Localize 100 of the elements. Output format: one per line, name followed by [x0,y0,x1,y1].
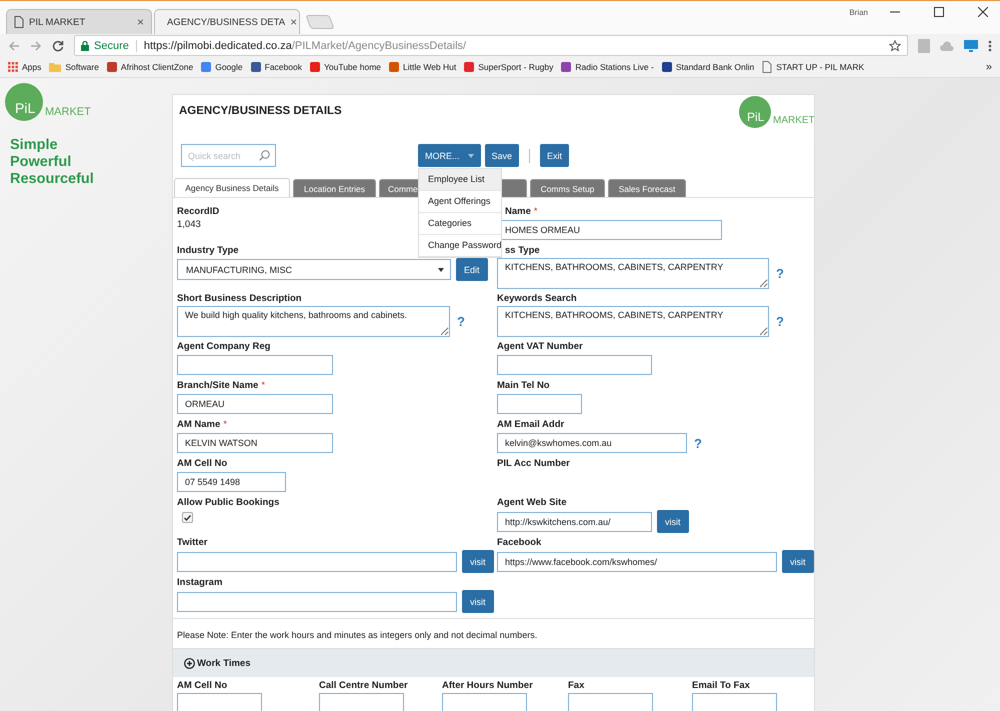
field-label: AM Email Addr [497,419,564,430]
bookmark[interactable]: YouTube home [310,62,382,72]
tagline-text: Powerful [10,154,72,171]
section-header[interactable]: Work Times [173,648,814,677]
page-title: AGENCY/BUSINESS DETAILS [179,105,342,119]
help-link[interactable]: ? [776,266,784,281]
logo-circle [5,83,43,121]
input-field[interactable] [692,693,777,711]
maximize-icon[interactable] [934,7,944,17]
field-label: Name [505,206,531,217]
bookmark[interactable]: START UP - PIL MARK [762,61,864,73]
bookmark[interactable]: Apps [8,62,42,72]
menu-item[interactable]: Agent Offerings [419,191,501,213]
text-area[interactable]: KITCHENS, BATHROOMS, CABINETS, CARPENTRY [497,258,769,289]
input-field[interactable]: https://www.facebook.com/kswhomes/ [497,552,777,572]
url-text: https://pilmobi.dedicated.co.za/PILMarket/AgencyBusinessDetails/ [144,40,466,52]
field-label: AM Cell No [177,680,228,692]
bookmark[interactable]: Afrihost ClientZone [106,62,194,72]
select-field[interactable]: MANUFACTURING, MISC [177,259,451,280]
bookmark[interactable]: Google [201,62,243,72]
bookmark[interactable]: Standard Bank Onlin [662,62,754,72]
exit-button[interactable]: Exit [540,144,570,167]
input-field[interactable]: ORMEAU [177,394,333,414]
bookmark[interactable]: Radio Stations Live - [561,62,654,72]
logo-text: PiL [15,100,36,116]
field-label: Agent VAT Number [497,341,583,352]
bookmark[interactable]: Facebook [250,62,302,72]
star-icon[interactable] [889,40,901,52]
field-label: PIL Acc Number [497,458,570,469]
close-tab-button[interactable]: × [290,15,298,29]
bookmark[interactable]: Software [49,62,99,72]
input-field[interactable]: KELVIN WATSON [177,433,333,453]
field-label: Main Tel No [497,380,550,391]
lock-icon [81,40,89,50]
field-label: Call Centre Number [319,680,409,692]
help-link[interactable]: ? [457,314,465,329]
required-mark: * [261,380,266,391]
tab[interactable]: Comms Setup [530,179,605,197]
close-tab-button[interactable]: × [136,15,144,29]
document-icon[interactable] [918,38,930,52]
new-tab-button[interactable] [305,15,335,29]
input-field[interactable] [497,394,582,414]
input-field[interactable] [177,693,262,711]
input-field[interactable] [497,355,652,375]
back-arrow-icon[interactable] [8,40,20,52]
tab[interactable]: Agency Business Details [174,178,290,197]
logo-text: MARKET [45,106,91,118]
cloud-icon[interactable] [940,40,954,50]
more-button[interactable]: MORE... [418,144,481,167]
input-field[interactable] [319,693,404,711]
browser-tab[interactable]: AGENCY/BUSINESS DETA × [154,9,300,34]
section-title: Work Times [197,658,251,668]
close-icon[interactable] [978,7,988,17]
profile-name[interactable]: Brian [849,8,868,17]
tab[interactable]: Location Entries [293,179,376,197]
edit-button[interactable]: Edit [456,258,488,281]
input-field[interactable]: 07 5549 1498 [177,472,286,492]
tab[interactable]: Sales Forecast [608,179,686,197]
tagline-text: Resourceful [10,171,95,188]
monitor-icon[interactable] [964,40,978,52]
input-field[interactable]: http://kswkitchens.com.au/ [497,512,652,532]
reload-icon[interactable] [52,40,64,52]
logo-circle [739,96,771,128]
bookmark[interactable]: SuperSport - Rugby [464,62,554,72]
input-field[interactable] [177,592,457,612]
field-label: Short Business Description [177,293,302,304]
forward-arrow-icon[interactable] [30,40,42,52]
input-field[interactable]: kelvin@kswhomes.com.au [497,433,687,453]
more-bookmarks-button[interactable]: » [986,61,992,73]
input-field[interactable] [442,693,527,711]
visit-button[interactable]: visit [782,550,814,573]
field-label: After Hours Number [442,680,534,692]
input-field[interactable] [568,693,653,711]
visit-button[interactable]: visit [462,550,494,573]
tagline-text: Simple [10,137,59,154]
help-link[interactable]: ? [694,436,702,450]
browser-tab[interactable]: PIL MARKET × [6,9,152,34]
logo-text: PiL [747,110,764,124]
logo-text: MARKET [773,115,815,126]
visit-button[interactable]: visit [462,590,494,613]
search-icon [259,150,270,161]
menu-item[interactable]: Employee List [419,169,501,191]
field-label: Facebook [497,537,542,548]
search-field[interactable]: Quick search [181,144,276,167]
input-field[interactable] [177,355,333,375]
address-bar[interactable]: Secure https://pilmobi.dedicated.co.za/PILMarket/AgencyBusinessDetails/ [74,35,908,56]
menu-item[interactable]: Categories [419,213,501,235]
field-label: Industry Type [177,245,239,256]
text-area[interactable]: We build high quality kitchens, bathrooms and cabinets. [177,306,450,337]
input-field[interactable] [177,552,457,572]
text-area[interactable]: KITCHENS, BATHROOMS, CABINETS, CARPENTRY [497,306,769,337]
help-link[interactable]: ? [776,314,784,329]
field-label: Agent Company Reg [177,341,270,352]
save-button[interactable]: Save [484,144,520,167]
secure-label: Secure [94,40,129,52]
menu-item[interactable]: Change Password [419,235,501,257]
menu-icon[interactable] [988,40,992,52]
visit-button[interactable]: visit [657,510,688,533]
bookmark[interactable]: Little Web Hut [389,62,456,72]
checkbox[interactable] [182,512,193,523]
